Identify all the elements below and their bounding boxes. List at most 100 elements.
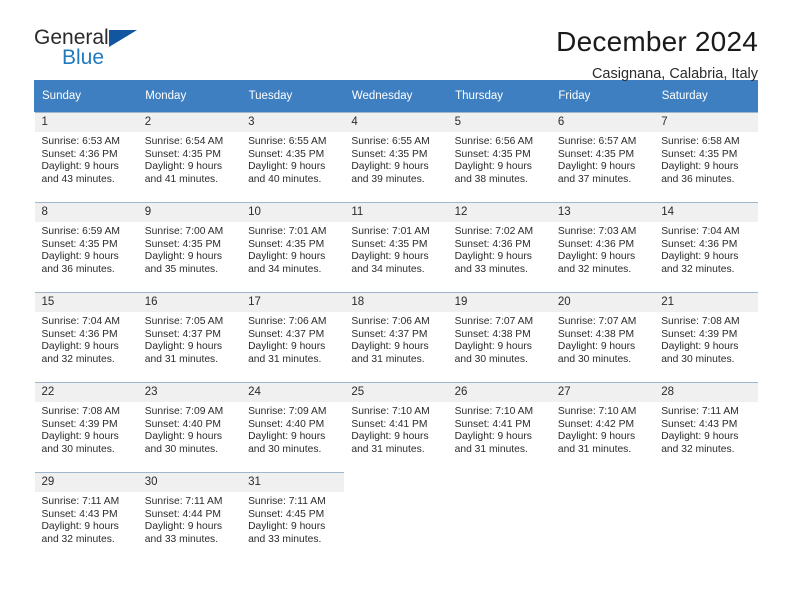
daylight-text-line2: and 36 minutes. <box>41 263 115 275</box>
calendar-day-cell[interactable]: 6 Sunrise: 6:57 AM Sunset: 4:35 PM Daylight… <box>550 112 655 197</box>
daylight-text-line1: Daylight: 9 hours <box>248 431 326 443</box>
weekday-header-saturday: Saturday <box>653 80 759 112</box>
day-details: Sunrise: 6:58 AM Sunset: 4:35 PM Daylight:… <box>654 132 757 186</box>
calendar-day-cell[interactable]: 30 Sunrise: 7:11 AM Sunset: 4:44 PM Dayligh… <box>137 472 242 556</box>
calendar-day-cell[interactable]: 3 Sunrise: 6:55 AM Sunset: 4:35 PM Daylight… <box>241 112 345 197</box>
calendar-day-cell[interactable]: 28 Sunrise: 7:11 AM Sunset: 4:43 PM Dayligh… <box>654 382 758 466</box>
calendar-day-cell[interactable]: 7 Sunrise: 6:58 AM Sunset: 4:35 PM Daylight… <box>654 112 758 197</box>
sunrise-text: Sunrise: 7:01 AM <box>248 226 327 237</box>
day-cell-inner: 7 Sunrise: 6:58 AM Sunset: 4:35 PM Daylight… <box>654 112 758 196</box>
day-details: Sunrise: 7:10 AM Sunset: 4:41 PM Daylight:… <box>344 402 447 456</box>
calendar-day-cell[interactable]: 19 Sunrise: 7:07 AM Sunset: 4:38 PM Dayligh… <box>447 292 551 376</box>
day-number: 28 <box>654 383 758 402</box>
calendar-day-cell[interactable]: 13 Sunrise: 7:03 AM Sunset: 4:36 PM Dayligh… <box>550 202 655 286</box>
day-cell-inner: 24 Sunrise: 7:09 AM Sunset: 4:40 PM Dayligh… <box>241 382 345 466</box>
sunset-text: Sunset: 4:35 PM <box>661 148 738 160</box>
day-cell-inner <box>448 472 551 556</box>
sunset-text: Sunset: 4:41 PM <box>351 418 428 430</box>
page-header: General Blue December 2024 Casignana, Ca… <box>34 0 758 82</box>
daylight-text-line1: Daylight: 9 hours <box>41 251 119 263</box>
sunrise-text: Sunrise: 6:57 AM <box>557 136 637 147</box>
daylight-text-line1: Daylight: 9 hours <box>41 161 119 173</box>
calendar-day-cell[interactable]: 31 Sunrise: 7:11 AM Sunset: 4:45 PM Dayligh… <box>241 472 345 556</box>
calendar-day-cell[interactable]: 17 Sunrise: 7:06 AM Sunset: 4:37 PM Dayligh… <box>241 292 345 376</box>
day-cell-inner: 5 Sunrise: 6:56 AM Sunset: 4:35 PM Daylight… <box>447 112 551 196</box>
day-number: 10 <box>241 203 345 222</box>
sunrise-text: Sunrise: 6:56 AM <box>454 136 534 147</box>
sunset-text: Sunset: 4:39 PM <box>661 328 738 340</box>
daylight-text-line2: and 34 minutes. <box>248 263 322 275</box>
day-details: Sunrise: 7:10 AM Sunset: 4:41 PM Daylight:… <box>448 402 551 456</box>
calendar-day-cell[interactable]: 12 Sunrise: 7:02 AM Sunset: 4:36 PM Dayligh… <box>447 202 551 286</box>
calendar-day-cell[interactable]: 8 Sunrise: 6:59 AM Sunset: 4:35 PM Daylight… <box>34 202 138 286</box>
daylight-text-line1: Daylight: 9 hours <box>41 521 119 533</box>
daylight-text-line2: and 32 minutes. <box>41 533 115 545</box>
day-cell-inner: 27 Sunrise: 7:10 AM Sunset: 4:42 PM Dayligh… <box>550 382 655 466</box>
sunrise-text: Sunrise: 7:04 AM <box>41 316 120 327</box>
day-details: Sunrise: 7:11 AM Sunset: 4:43 PM Daylight:… <box>35 492 138 546</box>
calendar-day-cell[interactable]: 23 Sunrise: 7:09 AM Sunset: 4:40 PM Dayligh… <box>137 382 242 466</box>
calendar-week-row: 22 Sunrise: 7:08 AM Sunset: 4:39 PM Dayligh… <box>34 382 758 466</box>
daylight-text-line1: Daylight: 9 hours <box>557 341 636 353</box>
daylight-text-line1: Daylight: 9 hours <box>41 431 119 443</box>
daylight-text-line1: Daylight: 9 hours <box>454 431 532 443</box>
daylight-text-line2: and 30 minutes. <box>41 443 115 455</box>
day-details: Sunrise: 7:11 AM Sunset: 4:44 PM Daylight:… <box>138 492 241 546</box>
daylight-text-line1: Daylight: 9 hours <box>454 341 532 353</box>
calendar-day-cell[interactable]: 22 Sunrise: 7:08 AM Sunset: 4:39 PM Dayligh… <box>34 382 138 466</box>
sunset-text: Sunset: 4:36 PM <box>661 238 738 250</box>
calendar-day-cell[interactable]: 16 Sunrise: 7:05 AM Sunset: 4:37 PM Dayligh… <box>137 292 242 376</box>
calendar-day-cell[interactable]: 25 Sunrise: 7:10 AM Sunset: 4:41 PM Dayligh… <box>344 382 448 466</box>
calendar-week-row: 8 Sunrise: 6:59 AM Sunset: 4:35 PM Daylight… <box>34 202 758 286</box>
daylight-text-line2: and 39 minutes. <box>351 173 425 185</box>
calendar-day-cell[interactable]: 20 Sunrise: 7:07 AM Sunset: 4:38 PM Dayligh… <box>550 292 655 376</box>
sunset-text: Sunset: 4:43 PM <box>661 418 738 430</box>
calendar-day-cell[interactable]: 24 Sunrise: 7:09 AM Sunset: 4:40 PM Dayligh… <box>241 382 345 466</box>
day-details: Sunrise: 7:06 AM Sunset: 4:37 PM Daylight:… <box>241 312 344 366</box>
calendar-day-cell[interactable]: 2 Sunrise: 6:54 AM Sunset: 4:35 PM Daylight… <box>137 112 242 197</box>
sunset-text: Sunset: 4:43 PM <box>41 508 118 520</box>
daylight-text-line2: and 30 minutes. <box>661 353 735 365</box>
day-cell-inner: 31 Sunrise: 7:11 AM Sunset: 4:45 PM Dayligh… <box>241 472 345 556</box>
sunrise-text: Sunrise: 7:11 AM <box>144 496 223 507</box>
calendar-day-cell[interactable]: 21 Sunrise: 7:08 AM Sunset: 4:39 PM Dayligh… <box>654 292 758 376</box>
daylight-text-line2: and 33 minutes. <box>454 263 528 275</box>
daylight-text-line2: and 32 minutes. <box>41 353 115 365</box>
day-details: Sunrise: 6:57 AM Sunset: 4:35 PM Daylight:… <box>551 132 654 186</box>
calendar-day-cell[interactable]: 14 Sunrise: 7:04 AM Sunset: 4:36 PM Dayligh… <box>654 202 758 286</box>
daylight-text-line2: and 32 minutes. <box>661 263 735 275</box>
day-cell-inner: 2 Sunrise: 6:54 AM Sunset: 4:35 PM Daylight… <box>137 112 242 196</box>
calendar-day-cell[interactable]: 29 Sunrise: 7:11 AM Sunset: 4:43 PM Dayligh… <box>34 472 138 556</box>
day-details: Sunrise: 7:04 AM Sunset: 4:36 PM Daylight:… <box>35 312 138 366</box>
calendar-day-cell[interactable]: 27 Sunrise: 7:10 AM Sunset: 4:42 PM Dayligh… <box>550 382 655 466</box>
sunrise-text: Sunrise: 7:11 AM <box>41 496 120 507</box>
day-cell-inner: 3 Sunrise: 6:55 AM Sunset: 4:35 PM Daylight… <box>241 112 345 196</box>
sunset-text: Sunset: 4:37 PM <box>351 328 428 340</box>
calendar-day-cell[interactable]: 18 Sunrise: 7:06 AM Sunset: 4:37 PM Dayligh… <box>344 292 448 376</box>
calendar-day-cell[interactable]: 5 Sunrise: 6:56 AM Sunset: 4:35 PM Daylight… <box>447 112 551 197</box>
calendar-day-cell[interactable]: 10 Sunrise: 7:01 AM Sunset: 4:35 PM Dayligh… <box>241 202 345 286</box>
day-details: Sunrise: 6:59 AM Sunset: 4:35 PM Daylight:… <box>35 222 138 276</box>
weekday-header-sunday: Sunday <box>33 80 139 112</box>
day-cell-inner <box>654 472 757 556</box>
sunrise-text: Sunrise: 7:10 AM <box>454 406 534 417</box>
sunset-text: Sunset: 4:35 PM <box>557 148 635 160</box>
calendar-empty-cell <box>448 472 551 556</box>
calendar-day-cell[interactable]: 1 Sunrise: 6:53 AM Sunset: 4:36 PM Daylight… <box>34 112 138 197</box>
daylight-text-line2: and 43 minutes. <box>41 173 115 185</box>
day-cell-inner: 11 Sunrise: 7:01 AM Sunset: 4:35 PM Dayligh… <box>344 202 448 286</box>
day-cell-inner <box>344 472 447 556</box>
daylight-text-line1: Daylight: 9 hours <box>661 431 739 443</box>
sunrise-text: Sunrise: 6:58 AM <box>661 136 740 147</box>
sunset-text: Sunset: 4:45 PM <box>248 508 325 520</box>
daylight-text-line2: and 30 minutes. <box>248 443 322 455</box>
calendar-day-cell[interactable]: 11 Sunrise: 7:01 AM Sunset: 4:35 PM Dayligh… <box>344 202 448 286</box>
day-number: 14 <box>654 203 758 222</box>
day-cell-inner: 13 Sunrise: 7:03 AM Sunset: 4:36 PM Dayligh… <box>550 202 655 286</box>
calendar-day-cell[interactable]: 26 Sunrise: 7:10 AM Sunset: 4:41 PM Dayligh… <box>447 382 551 466</box>
sunset-text: Sunset: 4:35 PM <box>144 148 221 160</box>
day-cell-inner: 18 Sunrise: 7:06 AM Sunset: 4:37 PM Dayligh… <box>344 292 448 376</box>
calendar-day-cell[interactable]: 4 Sunrise: 6:55 AM Sunset: 4:35 PM Daylight… <box>344 112 448 197</box>
calendar-day-cell[interactable]: 15 Sunrise: 7:04 AM Sunset: 4:36 PM Dayligh… <box>34 292 138 376</box>
calendar-day-cell[interactable]: 9 Sunrise: 7:00 AM Sunset: 4:35 PM Daylight… <box>137 202 242 286</box>
